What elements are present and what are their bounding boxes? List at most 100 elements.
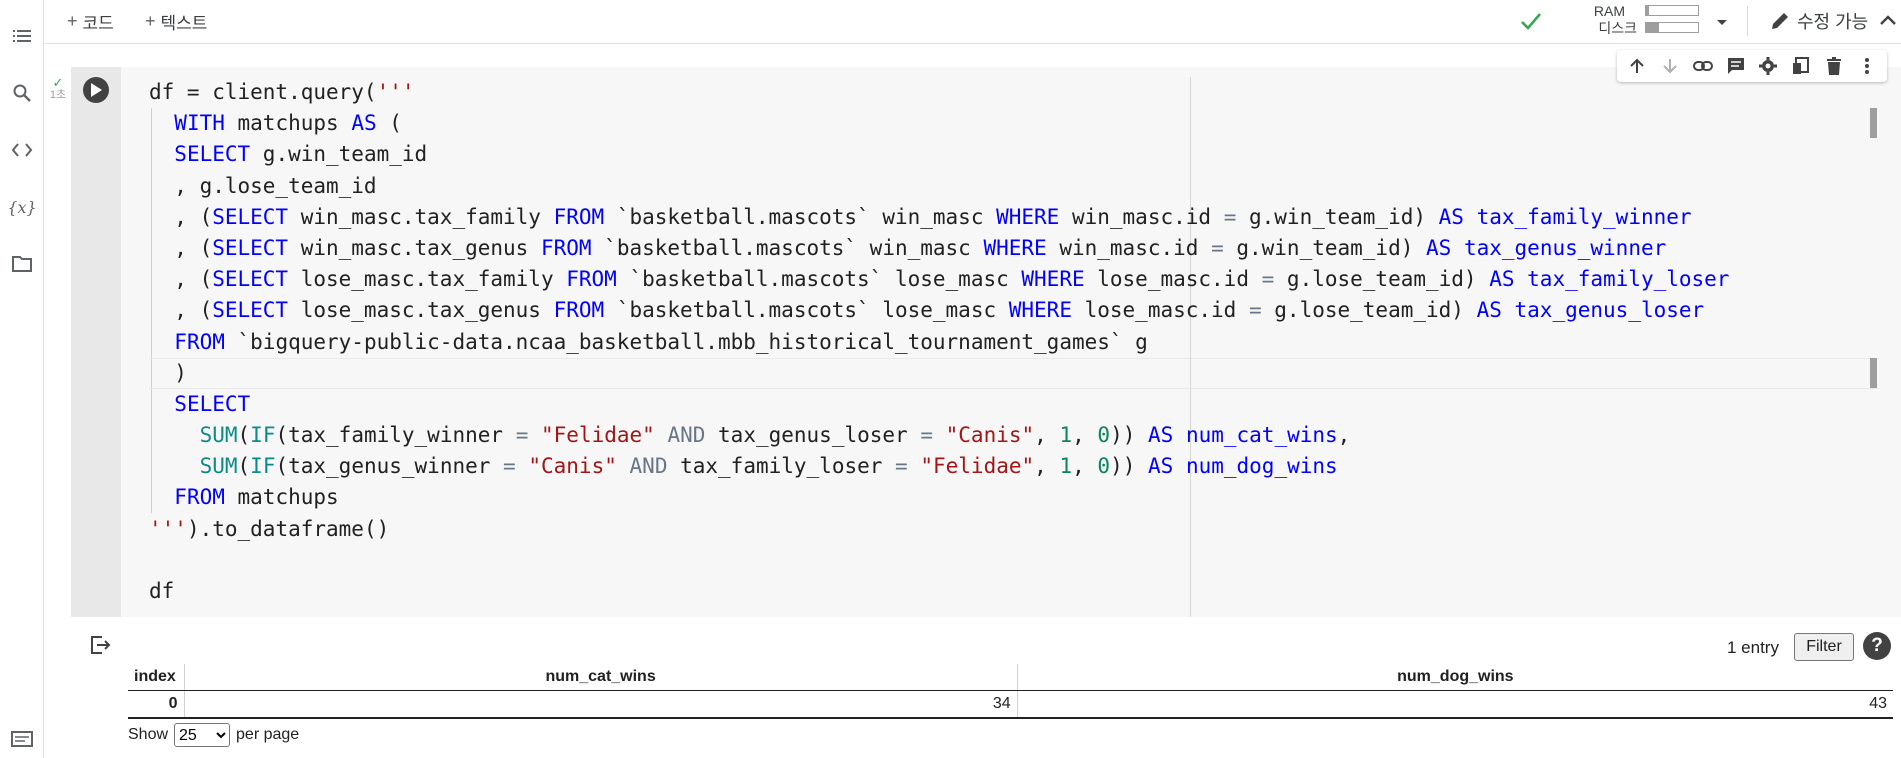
search-icon[interactable]: [8, 79, 36, 107]
code-snippets-icon[interactable]: [8, 136, 36, 164]
success-check-icon: ✓: [52, 75, 64, 90]
code-token: FROM: [174, 329, 225, 354]
code-token: =: [895, 454, 908, 479]
terminal-icon[interactable]: [8, 725, 36, 753]
code-token: lose_masc.id: [1071, 298, 1249, 323]
code-line[interactable]: [149, 545, 1849, 576]
code-token: AND: [667, 423, 706, 448]
code-token: tax_family_loser: [667, 454, 896, 479]
add-text-label: 텍스트: [160, 13, 208, 33]
code-token: FROM: [553, 298, 605, 323]
plus-icon: +: [67, 10, 78, 31]
code-token: AS: [1426, 235, 1452, 260]
code-token: WHERE: [1008, 298, 1072, 323]
run-cell-button[interactable]: [83, 77, 109, 103]
add-code-button[interactable]: + 코드: [67, 8, 114, 34]
code-line[interactable]: FROM `bigquery-public-data.ncaa_basketba…: [149, 327, 1849, 358]
arrow-up-icon[interactable]: [1623, 52, 1651, 80]
cell-toolbar: [1617, 50, 1887, 82]
code-line[interactable]: SELECT g.win_team_id: [149, 139, 1849, 170]
code-token: tax_genus_loser: [705, 423, 921, 448]
filter-button[interactable]: Filter: [1794, 633, 1854, 661]
code-line[interactable]: df = client.query(''': [149, 77, 1849, 108]
top-toolbar: + 코드 + 텍스트 RAM 디스크 수정 가능: [45, 0, 1901, 44]
edit-mode-label: 수정 가능: [1797, 12, 1869, 32]
code-token: ,: [1034, 454, 1060, 479]
ram-bar: [1645, 5, 1699, 16]
code-line[interactable]: , (SELECT lose_masc.tax_genus FROM `bask…: [149, 295, 1849, 326]
column-header-num-dog-wins[interactable]: num_dog_wins: [1016, 664, 1893, 691]
more-vert-icon[interactable]: [1853, 52, 1881, 80]
code-token: AND: [629, 454, 668, 479]
mirror-cell-icon[interactable]: [1787, 52, 1815, 80]
code-token: num_dog_wins: [1173, 454, 1338, 479]
chevron-up-icon[interactable]: [1875, 8, 1901, 34]
disk-bar-fill: [1646, 23, 1659, 32]
chevron-down-icon[interactable]: [1712, 12, 1732, 32]
code-line[interactable]: , (SELECT win_masc.tax_genus FROM `baske…: [149, 233, 1849, 264]
code-token: ''': [149, 516, 187, 541]
column-header-index[interactable]: index: [128, 664, 184, 691]
column-header-num-cat-wins[interactable]: num_cat_wins: [183, 664, 1018, 691]
code-token: ): [149, 360, 187, 385]
code-token: g.lose_team_id): [1274, 267, 1490, 292]
code-token: g.win_team_id: [250, 142, 428, 167]
gear-icon[interactable]: [1754, 52, 1782, 80]
resource-bars[interactable]: [1645, 5, 1699, 39]
code-token: WITH: [174, 111, 225, 136]
page-size-select[interactable]: 25: [174, 723, 231, 747]
delete-icon[interactable]: [1820, 52, 1848, 80]
play-icon: [91, 83, 102, 97]
comment-icon[interactable]: [1722, 52, 1750, 80]
code-token: lose_masc.tax_family: [288, 267, 567, 292]
code-token: g.win_team_id): [1223, 235, 1427, 260]
resource-labels[interactable]: RAM 디스크: [1545, 3, 1637, 37]
code-line[interactable]: SUM(IF(tax_family_winner = "Felidae" AND…: [149, 420, 1849, 451]
code-line[interactable]: FROM matchups: [149, 482, 1849, 513]
edit-mode-button[interactable]: 수정 가능: [1769, 8, 1868, 34]
code-line[interactable]: df: [149, 576, 1849, 607]
code-token: (: [376, 111, 402, 136]
left-rail: {x}: [0, 0, 44, 758]
code-line[interactable]: , (SELECT lose_masc.tax_family FROM `bas…: [149, 264, 1849, 295]
code-token: tax_family_loser: [1514, 267, 1730, 292]
code-line[interactable]: ): [149, 358, 1849, 389]
arrow-down-icon[interactable]: [1656, 52, 1684, 80]
variables-icon[interactable]: {x}: [7, 193, 36, 221]
code-token: g.win_team_id): [1236, 204, 1439, 229]
code-token: ,: [1072, 454, 1098, 479]
code-line[interactable]: SUM(IF(tax_genus_winner = "Canis" AND ta…: [149, 451, 1849, 482]
code-line[interactable]: , g.lose_team_id: [149, 171, 1849, 202]
code-token: win_masc.tax_genus: [288, 235, 541, 260]
connected-check-icon: [1518, 8, 1544, 34]
code-line[interactable]: , (SELECT win_masc.tax_family FROM `bask…: [149, 202, 1849, 233]
plus-icon: +: [145, 10, 156, 31]
code-token: ,: [1072, 423, 1098, 448]
code-token: SUM: [199, 423, 238, 448]
link-icon[interactable]: [1689, 52, 1717, 80]
ram-bar-fill: [1646, 6, 1650, 15]
code-token: `basketball.mascots` lose_masc: [616, 267, 1022, 292]
code-token: , g.lose_team_id: [149, 173, 377, 198]
table-row: 0 34 43: [128, 690, 1893, 719]
code-editor[interactable]: df = client.query(''' WITH matchups AS (…: [149, 77, 1849, 607]
files-icon[interactable]: [8, 250, 36, 278]
code-token: =: [515, 423, 529, 448]
help-icon[interactable]: ?: [1863, 632, 1891, 660]
code-token: tax_genus_winner: [1451, 235, 1667, 260]
code-token: AS: [1476, 298, 1502, 323]
output-menu-icon[interactable]: [88, 633, 112, 657]
code-token: (: [237, 423, 251, 448]
code-line[interactable]: WITH matchups AS (: [149, 108, 1849, 139]
add-text-button[interactable]: + 텍스트: [145, 8, 207, 34]
toc-icon[interactable]: [8, 22, 36, 50]
code-line[interactable]: ''').to_dataframe(): [149, 514, 1849, 545]
code-line[interactable]: SELECT: [149, 389, 1849, 420]
code-token: "Felidae": [920, 454, 1035, 479]
per-page-label: per page: [236, 726, 300, 743]
